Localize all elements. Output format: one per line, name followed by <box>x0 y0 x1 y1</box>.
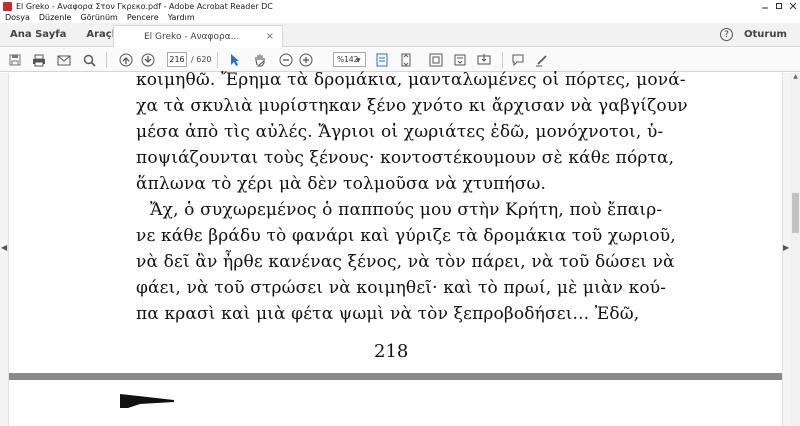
tab-document-label: El Greko - Αναφορα... <box>144 31 240 42</box>
print-icon[interactable] <box>31 51 47 69</box>
signin-button[interactable]: Oturum Aç <box>744 23 800 64</box>
toolbar-separator <box>217 52 218 68</box>
scrollbar-thumb[interactable] <box>792 193 799 233</box>
zoom-in-icon[interactable] <box>298 51 314 69</box>
tab-bar: Ana Sayfa Araçlar El Greko - Αναφορα... … <box>0 23 800 64</box>
menu-file[interactable]: Dosya <box>5 13 30 22</box>
prev-page-icon[interactable] <box>118 51 134 69</box>
text-line: πα κρασὶ καὶ μιὰ φέτα ψωμὶ νὰ τὸν ξεπροβ… <box>136 304 640 324</box>
text-line: μέσα ἀπὸ τὶς αὐλές. Ἄγριοι οἱ χωριάτες ἐ… <box>136 122 664 142</box>
text-line: νε κάθε βράδυ τὸ φανάρι καὶ γύριζε τὰ δρ… <box>136 226 676 246</box>
menu-bar: Dosya Düzenle Görünüm Pencere Yardım <box>0 12 800 23</box>
close-icon[interactable] <box>786 0 800 12</box>
menu-help[interactable]: Yardım <box>168 13 195 22</box>
text-line: ἅπλωνα τὸ χέρι μὰ δὲν τολμοῦσα νὰ χτυπήσ… <box>136 174 547 194</box>
acrobat-app-icon <box>3 1 12 11</box>
page-number: 218 <box>374 341 409 362</box>
text-line: Ἄχ, ὁ συχωρεμένος ὁ παππούς μου στὴν Κρή… <box>150 200 663 220</box>
tab-document[interactable]: El Greko - Αναφορα... × <box>113 25 283 47</box>
menu-edit[interactable]: Düzenle <box>39 13 72 22</box>
save-icon[interactable] <box>8 51 22 69</box>
expand-left-panel-icon[interactable]: ◀ <box>1 243 7 252</box>
export-icon[interactable] <box>476 51 492 69</box>
menu-window[interactable]: Pencere <box>127 13 159 22</box>
page-separator <box>9 373 782 380</box>
text-line: ποψιάζουνται τοὺς ξένους· κοντοστέκουμου… <box>136 148 675 168</box>
text-line: κοιμηθῶ. Ἔρημα τὰ δρομάκια, μανταλωμένες… <box>136 70 686 90</box>
page-scan-edge <box>120 394 174 408</box>
maximize-icon[interactable] <box>772 0 786 12</box>
title-bar: El Greko - Αναφορα Στον Γκρεκο.pdf - Ado… <box>0 0 800 12</box>
chevron-down-icon[interactable]: ▼ <box>356 57 361 64</box>
toolbar: 216 / 620 %142 ▼ <box>0 48 800 72</box>
tab-close-icon[interactable]: × <box>266 31 274 42</box>
zoom-select[interactable]: %142 <box>333 52 366 67</box>
toolbar-separator <box>502 52 503 68</box>
page-number-input[interactable]: 216 <box>167 52 187 67</box>
expand-right-panel-icon[interactable]: ▶ <box>783 243 789 252</box>
vertical-scrollbar[interactable] <box>791 73 800 426</box>
fit-page-icon[interactable] <box>374 51 390 69</box>
text-line: νὰ δεῖ ἂν ἦρθε κανένας ξένος, νὰ τὸν πάρ… <box>136 252 675 272</box>
tab-home[interactable]: Ana Sayfa <box>0 23 76 47</box>
search-icon[interactable] <box>81 51 97 69</box>
page-total: / 620 <box>191 55 212 64</box>
toolbar-separator <box>106 52 107 68</box>
help-icon[interactable]: ? <box>720 28 733 41</box>
document-viewer[interactable]: ◀ ▶ ▲ κοιμηθῶ. Ἔρημα τὰ δρομάκια, μανταλ… <box>0 70 800 426</box>
comment-icon[interactable] <box>510 51 526 69</box>
scroll-up-icon[interactable]: ▲ <box>791 73 800 82</box>
window-title: El Greko - Αναφορα Στον Γκρεκο.pdf - Ado… <box>16 1 273 11</box>
email-icon[interactable] <box>56 51 72 69</box>
minimize-icon[interactable] <box>758 0 772 12</box>
text-line: φάει, νὰ τοῦ στρώσει νὰ κοιμηθεῖ· καὶ τὸ… <box>136 278 667 298</box>
sign-icon[interactable] <box>534 51 550 69</box>
menu-view[interactable]: Görünüm <box>80 13 117 22</box>
select-cursor-icon[interactable] <box>228 51 242 69</box>
text-line: χα τὰ σκυλιὰ μυρίστηκαν ξένο χνότο κι ἄρ… <box>136 96 688 116</box>
window-controls <box>758 0 800 12</box>
read-mode-icon[interactable] <box>428 51 444 69</box>
scroll-mode-icon[interactable] <box>398 51 414 69</box>
hand-icon[interactable] <box>252 51 268 69</box>
zoom-out-icon[interactable] <box>278 51 294 69</box>
rotate-icon[interactable] <box>452 51 468 69</box>
next-page-icon[interactable] <box>140 51 156 69</box>
